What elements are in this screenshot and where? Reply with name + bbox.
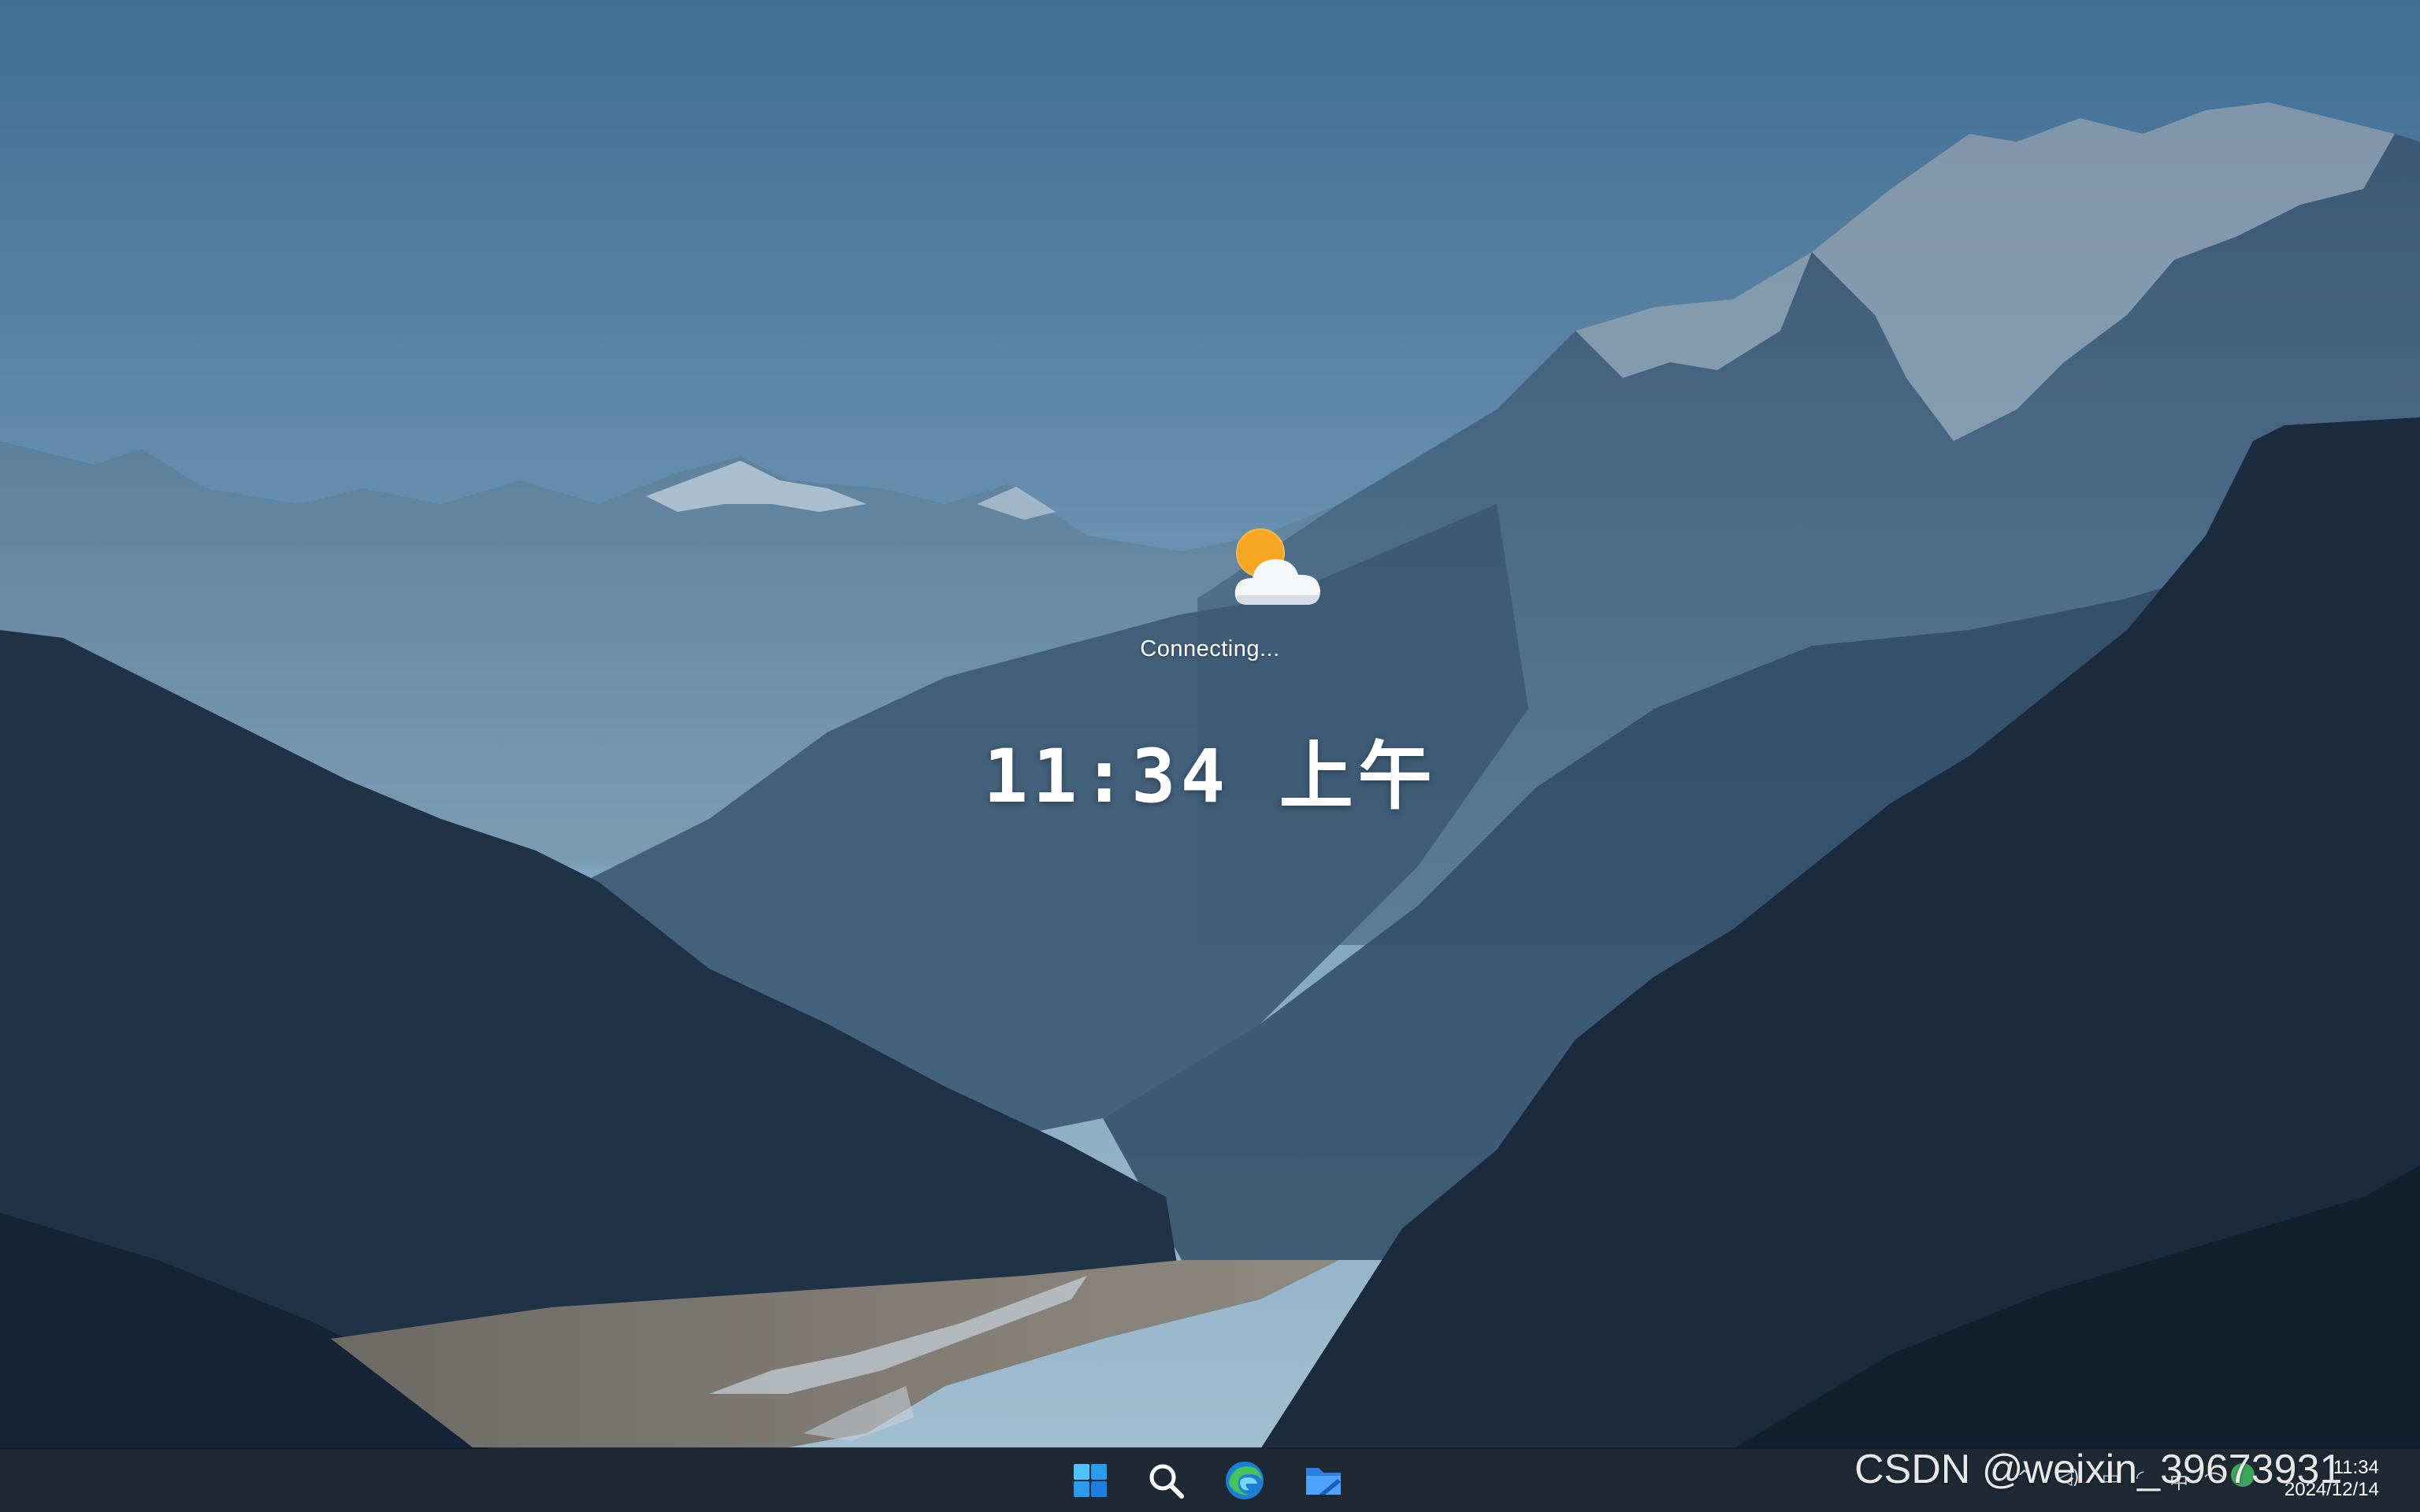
weather-status: Connecting... bbox=[1140, 636, 1280, 662]
search-button[interactable] bbox=[1141, 1455, 1191, 1506]
start-button[interactable] bbox=[1065, 1455, 1115, 1506]
files-button[interactable] bbox=[1298, 1455, 1349, 1506]
files-icon bbox=[1306, 1468, 1341, 1495]
partly-cloudy-icon bbox=[1234, 528, 1320, 605]
edge-button[interactable] bbox=[1219, 1455, 1270, 1506]
windows-start-icon bbox=[1074, 1464, 1107, 1497]
search-icon bbox=[1149, 1464, 1184, 1499]
clock-time: 11:34 上午 bbox=[983, 734, 1437, 820]
edge-icon bbox=[1226, 1462, 1264, 1499]
watermark: CSDN @weixin_39673931 bbox=[1854, 1447, 2343, 1492]
